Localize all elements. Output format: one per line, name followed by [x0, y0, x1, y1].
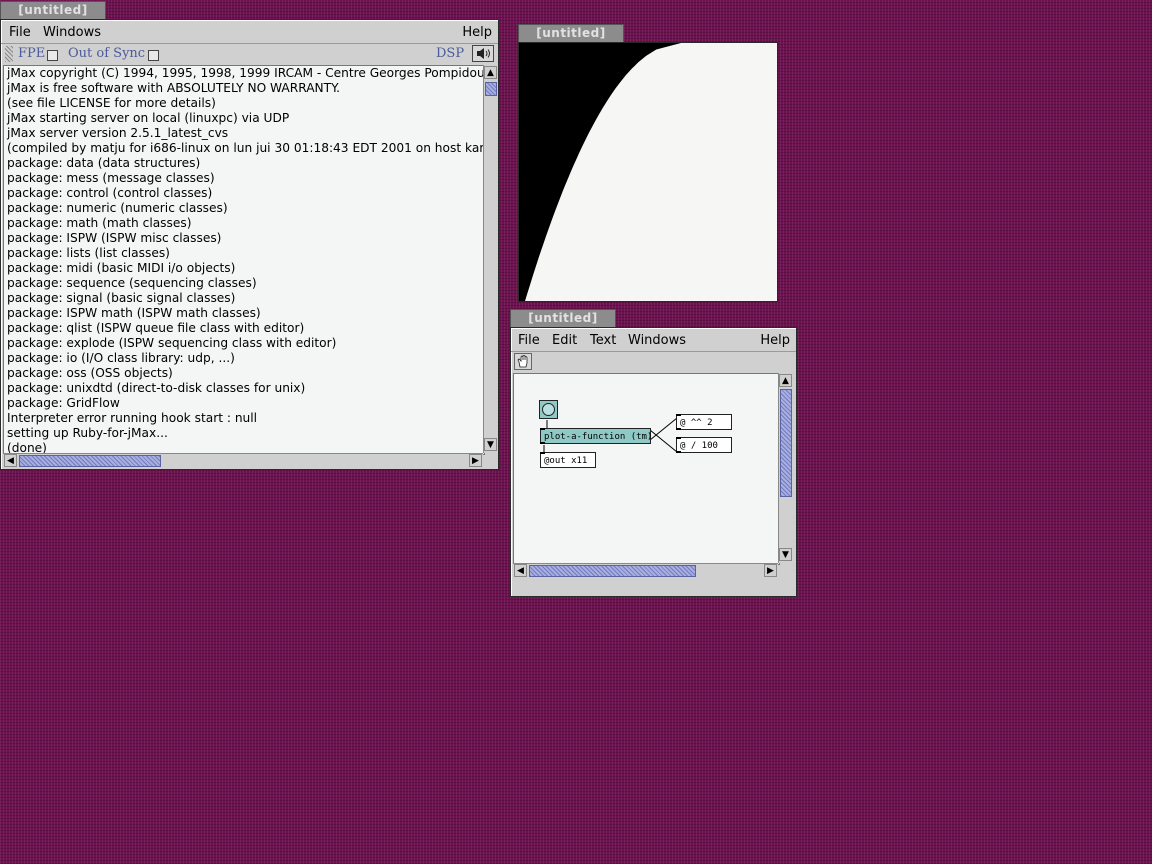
console-line: package: ISPW math (ISPW math classes) — [7, 306, 261, 320]
console-line: package: explode (ISPW sequencing class … — [7, 336, 337, 350]
console-vscroll-thumb[interactable] — [485, 82, 497, 96]
inlet[interactable] — [540, 452, 545, 454]
console-line: Interpreter error running hook start : n… — [7, 411, 258, 425]
hand-tool-icon[interactable] — [514, 353, 532, 370]
console-line: (see file LICENSE for more details) — [7, 96, 216, 110]
out-of-sync-label: Out of Sync — [68, 46, 146, 61]
out-of-sync-checkbox[interactable] — [148, 50, 159, 61]
bang-button[interactable] — [539, 400, 558, 419]
patch-hscroll-thumb[interactable] — [529, 565, 696, 577]
divide-object[interactable]: @ / 100 — [676, 437, 732, 453]
console-line: package: data (data structures) — [7, 156, 201, 170]
console-line: package: io (I/O class library: udp, ...… — [7, 351, 235, 365]
console-line: package: unixdtd (direct-to-disk classes… — [7, 381, 306, 395]
console-line: package: lists (list classes) — [7, 246, 170, 260]
scroll-up-icon[interactable]: ▲ — [484, 66, 497, 79]
out-x11-object[interactable]: @out x11 — [540, 452, 596, 468]
patch-scroll-right-icon[interactable]: ▶ — [764, 564, 777, 577]
power-object[interactable]: @ ^^ 2 — [676, 414, 732, 430]
plot-function-object[interactable]: plot-a-function (tm) — [540, 428, 653, 444]
patch-vertical-scrollbar[interactable]: ▲ ▼ — [778, 373, 793, 563]
patch-horizontal-scrollbar[interactable]: ◀ ▶ — [513, 563, 778, 578]
fpe-checkbox[interactable] — [47, 50, 58, 61]
inlet[interactable] — [540, 428, 545, 430]
patch-menu-windows[interactable]: Windows — [628, 333, 686, 348]
patch-window-title-tab[interactable]: [untitled] — [510, 309, 616, 327]
console-window-title-tab[interactable]: [untitled] — [0, 1, 106, 19]
console-output[interactable]: jMax copyright (C) 1994, 1995, 1998, 199… — [3, 65, 485, 455]
toolbar-grip-icon[interactable] — [5, 46, 13, 62]
console-toolbar: FPE Out of Sync DSP — [1, 43, 498, 64]
console-line: package: mess (message classes) — [7, 171, 215, 185]
console-line: jMax copyright (C) 1994, 1995, 1998, 199… — [7, 66, 485, 80]
out-x11-label: @out x11 — [544, 456, 588, 466]
console-horizontal-scrollbar[interactable]: ◀ ▶ — [3, 453, 483, 468]
patch-menu-help[interactable]: Help — [760, 333, 790, 348]
console-line: package: numeric (numeric classes) — [7, 201, 228, 215]
power-object-label: @ ^^ 2 — [680, 418, 713, 428]
menu-help[interactable]: Help — [462, 25, 492, 40]
console-line: setting up Ruby-for-jMax... — [7, 426, 168, 440]
patch-menu-file[interactable]: File — [518, 333, 540, 348]
console-lines: jMax copyright (C) 1994, 1995, 1998, 199… — [4, 66, 485, 454]
console-line: package: signal (basic signal classes) — [7, 291, 236, 305]
console-menubar: File Windows Help — [1, 22, 498, 42]
console-line: package: control (control classes) — [7, 186, 213, 200]
scroll-down-icon[interactable]: ▼ — [484, 438, 497, 451]
menu-file[interactable]: File — [9, 25, 31, 40]
console-line: package: oss (OSS objects) — [7, 366, 173, 380]
bang-circle-icon — [542, 403, 555, 416]
console-line: package: midi (basic MIDI i/o objects) — [7, 261, 236, 275]
patch-menu-edit[interactable]: Edit — [552, 333, 577, 348]
plot-window-title-tab[interactable]: [untitled] — [518, 24, 624, 42]
console-vertical-scrollbar[interactable]: ▲ ▼ — [483, 65, 498, 453]
console-line: package: qlist (ISPW queue file class wi… — [7, 321, 305, 335]
patch-menubar: File Edit Text Windows Help — [511, 330, 796, 350]
patch-scroll-left-icon[interactable]: ◀ — [514, 564, 527, 577]
dsp-speaker-icon[interactable] — [472, 45, 494, 62]
outlet[interactable] — [540, 442, 545, 444]
plot-curve-fill — [519, 43, 681, 301]
patch-menu-text[interactable]: Text — [590, 333, 616, 348]
inlet[interactable] — [676, 437, 681, 439]
console-line: package: GridFlow — [7, 396, 120, 410]
console-line: (compiled by matju for i686-linux on lun… — [7, 141, 485, 155]
console-line: package: ISPW (ISPW misc classes) — [7, 231, 222, 245]
divide-object-label: @ / 100 — [680, 441, 718, 451]
patch-scroll-up-icon[interactable]: ▲ — [779, 374, 792, 387]
menu-windows[interactable]: Windows — [43, 25, 101, 40]
console-line: package: sequence (sequencing classes) — [7, 276, 257, 290]
console-line: package: math (math classes) — [7, 216, 192, 230]
scroll-left-icon[interactable]: ◀ — [4, 454, 17, 467]
plot-function-graph — [519, 43, 681, 301]
plot-canvas — [518, 42, 778, 302]
plot-function-label: plot-a-function (tm) — [544, 432, 653, 442]
patch-vscroll-thumb[interactable] — [780, 389, 792, 497]
patch-window-frame: File Edit Text Windows Help plot-a-funct… — [510, 327, 797, 597]
patch-scroll-down-icon[interactable]: ▼ — [779, 548, 792, 561]
patch-canvas[interactable]: plot-a-function (tm) @ ^^ 2 @ / 100 @out… — [513, 373, 780, 565]
console-line: jMax is free software with ABSOLUTELY NO… — [7, 81, 340, 95]
scroll-right-icon[interactable]: ▶ — [469, 454, 482, 467]
dsp-label: DSP — [436, 46, 465, 61]
console-hscroll-thumb[interactable] — [19, 455, 161, 467]
outlet[interactable] — [676, 451, 681, 453]
console-line: jMax starting server on local (linuxpc) … — [7, 111, 290, 125]
patch-toolbar — [511, 351, 796, 372]
console-line: jMax server version 2.5.1_latest_cvs — [7, 126, 229, 140]
inlet[interactable] — [676, 414, 681, 416]
outlet[interactable] — [676, 428, 681, 430]
console-window-frame: File Windows Help FPE Out of Sync DSP jM… — [0, 19, 499, 470]
fpe-label: FPE — [18, 46, 46, 61]
